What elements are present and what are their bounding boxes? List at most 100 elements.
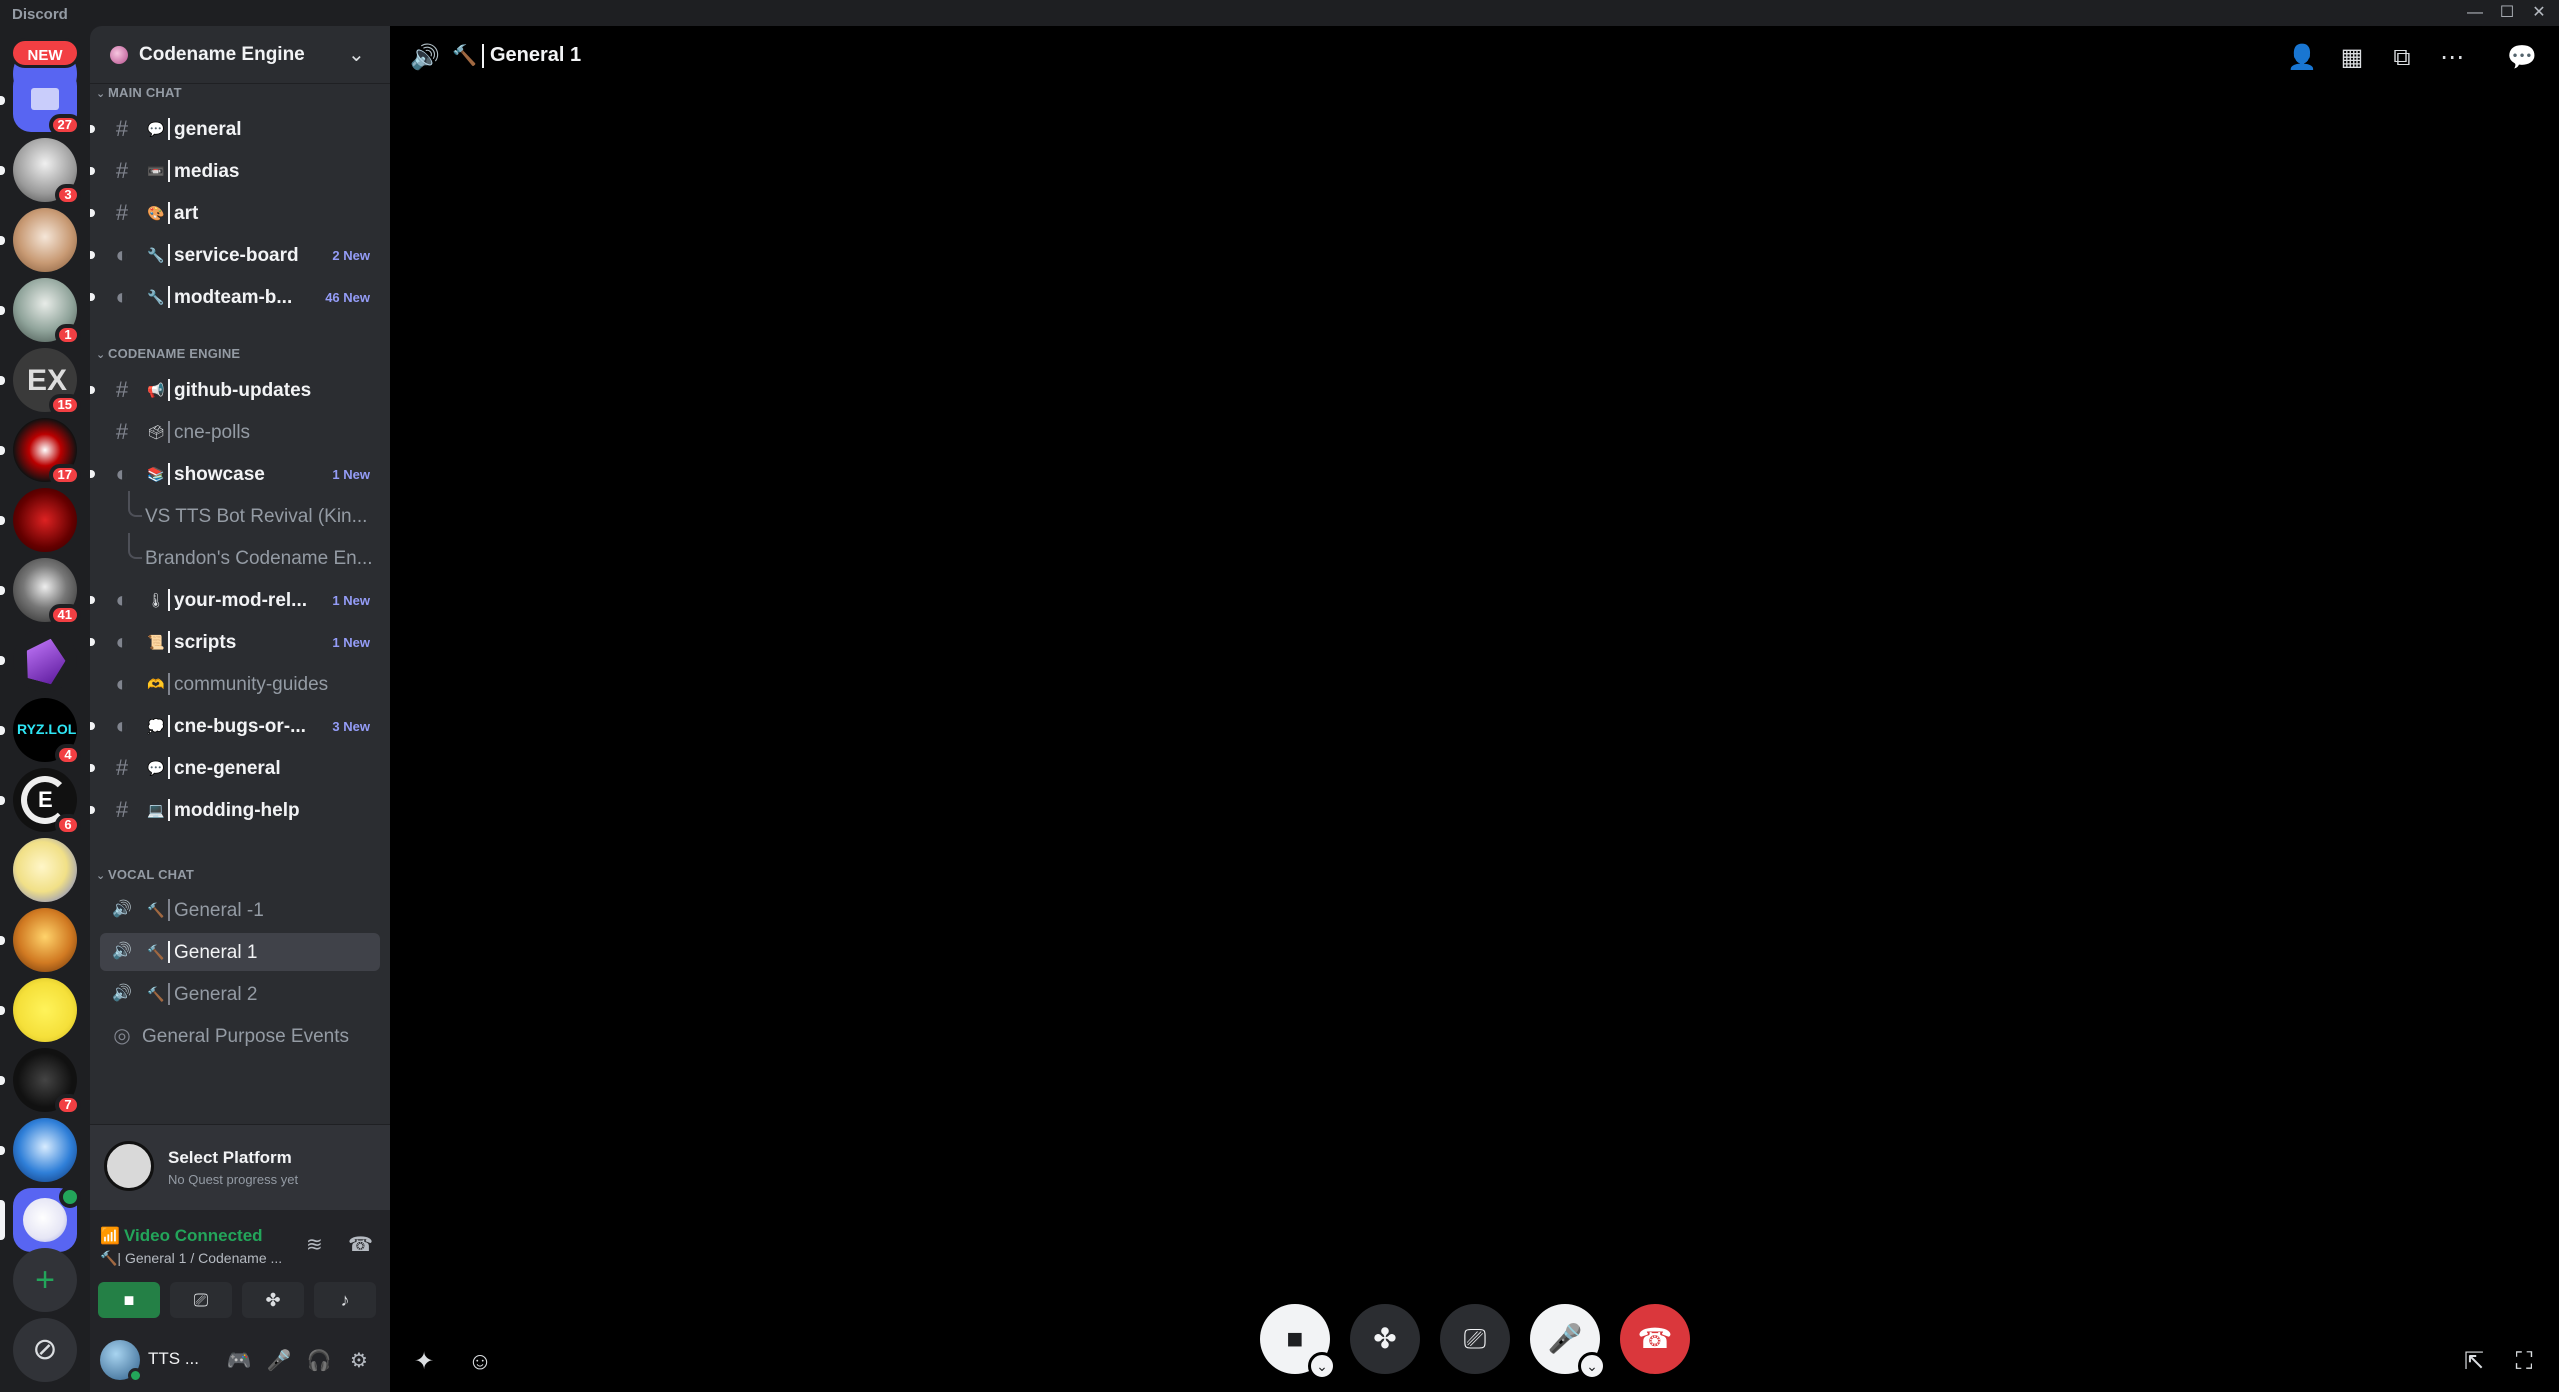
camera-button[interactable]: ■ xyxy=(98,1282,160,1318)
voice-channel-general-1[interactable]: 🔊 🔨 General 1 xyxy=(100,933,380,971)
separator xyxy=(168,421,170,443)
popout-icon[interactable]: ⇱ xyxy=(2456,1344,2492,1380)
server-icon[interactable] xyxy=(0,1118,77,1182)
server-icon[interactable]: 1 xyxy=(0,278,81,346)
emoji-icon[interactable]: ☺ xyxy=(462,1344,498,1380)
username[interactable]: TTS ... xyxy=(148,1349,199,1369)
more-icon[interactable]: ⋯ xyxy=(2434,40,2470,76)
maximize-button[interactable]: ☐ xyxy=(2492,2,2522,24)
signal-icon[interactable]: 📶 xyxy=(100,1226,120,1246)
noise-suppression-icon[interactable]: ≋ xyxy=(306,1232,323,1257)
thread-item[interactable]: VS TTS Bot Revival (Kin... xyxy=(100,491,380,535)
channel-name: General 1 xyxy=(174,942,258,963)
scroll-icon: 📜 xyxy=(147,634,165,650)
server-icon[interactable]: E 6 xyxy=(0,768,81,836)
game-controller-icon[interactable]: 🎮 xyxy=(224,1346,254,1376)
chat-bubble-icon[interactable]: 💬 xyxy=(2504,40,2540,76)
microphone-icon[interactable]: 🎤 xyxy=(264,1346,294,1376)
forum-icon: ◐ xyxy=(115,713,129,738)
channel-name: General 2 xyxy=(174,984,258,1005)
server-icon[interactable]: 41 xyxy=(0,558,81,626)
chevron-down-icon[interactable]: ⌄ xyxy=(1308,1352,1336,1380)
stage-icon: ◎ xyxy=(113,1025,131,1047)
grid-layout-icon[interactable]: ▦ xyxy=(2334,40,2370,76)
hashtag-icon: # xyxy=(115,116,129,141)
mute-toggle-button[interactable]: 🎤 ⌄ xyxy=(1530,1304,1606,1380)
channel-showcase[interactable]: ◐ 📚 showcase 1 New xyxy=(90,455,380,493)
soundboard-icon[interactable]: ✦ xyxy=(406,1344,442,1380)
popout-icon[interactable]: ⧉ xyxy=(2384,40,2420,76)
books-icon: 📚 xyxy=(147,466,165,482)
channel-your-mod-releases[interactable]: ◐ 🌡 your-mod-rel... 1 New xyxy=(90,581,380,619)
server-icon[interactable] xyxy=(0,978,77,1042)
close-button[interactable]: ✕ xyxy=(2524,2,2554,24)
channel-cne-general[interactable]: # 💬 cne-general xyxy=(90,749,380,787)
mention-badge: 41 xyxy=(48,604,81,626)
chevron-down-icon[interactable]: ⌄ xyxy=(1578,1352,1606,1380)
channel-cne-polls[interactable]: # 🗳 cne-polls xyxy=(100,413,380,451)
new-posts-badge: 1 New xyxy=(332,635,370,650)
server-icon-folder[interactable]: 27 xyxy=(0,68,81,136)
screen-share-button[interactable]: ⎚ xyxy=(1440,1304,1510,1374)
server-icon[interactable] xyxy=(0,208,77,272)
server-icon[interactable] xyxy=(13,838,77,902)
category-vocal-chat[interactable]: ⌄ VOCAL CHAT xyxy=(96,867,194,882)
activities-button[interactable]: ✤ xyxy=(1350,1304,1420,1374)
channel-art[interactable]: # 🎨 art xyxy=(90,194,380,232)
leave-call-button[interactable]: ☎ xyxy=(1620,1304,1690,1374)
server-icon[interactable]: EX 15 xyxy=(0,348,81,416)
channel-title: General 1 xyxy=(490,44,582,66)
stage-channel-events[interactable]: ◎ General Purpose Events xyxy=(100,1017,380,1055)
channel-modteam[interactable]: ◐ 🔧 modteam-b... 46 New xyxy=(90,278,380,316)
add-server-button[interactable]: + xyxy=(13,1248,77,1312)
channel-name: cne-general xyxy=(174,758,281,779)
thread-item[interactable]: Brandon's Codename En... xyxy=(100,533,380,577)
server-icon[interactable]: 17 xyxy=(0,418,81,486)
channel-scripts[interactable]: ◐ 📜 scripts 1 New xyxy=(90,623,380,661)
quest-panel[interactable]: Select Platform No Quest progress yet xyxy=(90,1124,390,1210)
unread-indicator xyxy=(90,638,95,646)
server-icon[interactable] xyxy=(0,488,77,552)
server-icon[interactable]: 3 xyxy=(0,138,81,206)
disconnect-icon[interactable]: ☎ xyxy=(348,1232,373,1257)
channel-community-guides[interactable]: ◐ 🫶 community-guides xyxy=(100,665,380,703)
server-icon[interactable] xyxy=(0,628,77,692)
category-codename-engine[interactable]: ⌄ CODENAME ENGINE xyxy=(96,346,240,361)
discover-button[interactable]: ⊘ xyxy=(13,1318,77,1382)
voice-channel-general-minus-1[interactable]: 🔊 🔨 General -1 xyxy=(100,891,380,929)
channel-service-board[interactable]: ◐ 🔧 service-board 2 New xyxy=(90,236,380,274)
palette-icon: 🎨 xyxy=(147,205,165,221)
server-avatar xyxy=(13,978,77,1042)
unread-pill xyxy=(0,586,5,595)
minimize-button[interactable]: — xyxy=(2460,2,2490,24)
mention-badge: 17 xyxy=(48,464,81,486)
voice-channel-general-2[interactable]: 🔊 🔨 General 2 xyxy=(100,975,380,1013)
channel-cne-bugs[interactable]: ◐ 💭 cne-bugs-or-... 3 New xyxy=(90,707,380,745)
activities-button[interactable]: ✤ xyxy=(242,1282,304,1318)
server-icon-active[interactable] xyxy=(0,1186,81,1252)
screenshare-button[interactable]: ⎚ xyxy=(170,1282,232,1318)
headphones-icon[interactable]: 🎧 xyxy=(304,1346,334,1376)
add-people-icon[interactable]: 👤 xyxy=(2284,40,2320,76)
server-icon[interactable]: 7 xyxy=(0,1048,81,1116)
hammer-icon: 🔨 xyxy=(147,944,165,960)
voice-status[interactable]: Video Connected xyxy=(124,1226,263,1246)
rocket-icon: ✤ xyxy=(265,1290,281,1310)
channel-general[interactable]: # 💬 general xyxy=(90,110,380,148)
channel-modding-help[interactable]: # 💻 modding-help xyxy=(90,791,380,829)
category-main-chat[interactable]: ⌄ MAIN CHAT xyxy=(96,85,182,100)
separator xyxy=(168,589,170,611)
soundboard-button[interactable]: ♪ xyxy=(314,1282,376,1318)
camera-icon: ■ xyxy=(1286,1323,1304,1354)
online-status-icon xyxy=(128,1368,143,1383)
channel-github-updates[interactable]: # 📢 github-updates xyxy=(90,371,380,409)
voice-channel-path[interactable]: 🔨| General 1 / Codename ... xyxy=(100,1250,282,1267)
server-icon[interactable] xyxy=(0,908,77,972)
server-icon[interactable]: RYZ.LOL 4 xyxy=(0,698,81,766)
camera-toggle-button[interactable]: ■ ⌄ xyxy=(1260,1304,1336,1380)
channel-medias[interactable]: # 📼 medias xyxy=(90,152,380,190)
guild-header[interactable]: Codename Engine ⌄ xyxy=(90,26,390,84)
new-badge[interactable]: NEW xyxy=(10,38,80,68)
gear-icon[interactable]: ⚙ xyxy=(344,1346,374,1376)
fullscreen-icon[interactable]: ⛶ xyxy=(2506,1344,2542,1380)
